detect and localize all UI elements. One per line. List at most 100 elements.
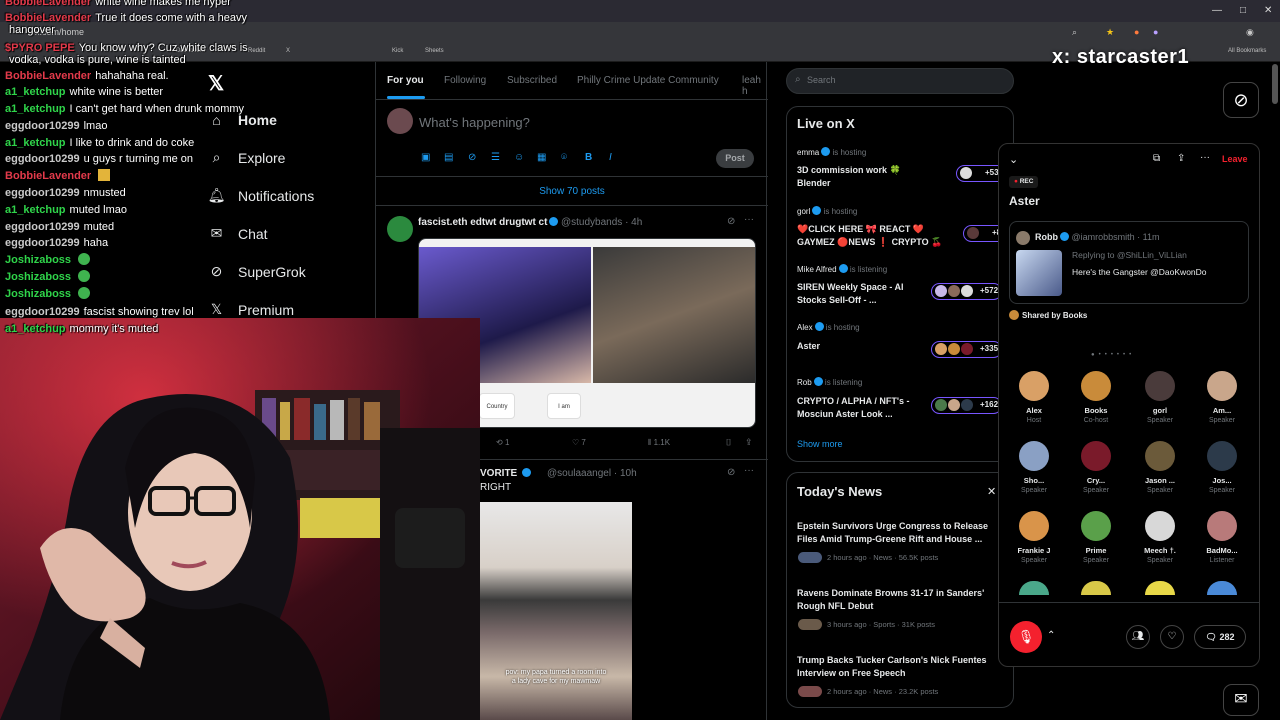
speaker-avatar[interactable] [1019, 441, 1049, 471]
close-window-icon[interactable]: ✕ [1264, 5, 1272, 16]
speaker-avatar[interactable] [1145, 511, 1175, 541]
scrollbar-thumb[interactable] [1272, 64, 1278, 104]
news-headline[interactable]: Rough NFL Debut [797, 600, 873, 612]
more-icon[interactable]: ··· [1200, 152, 1210, 163]
chat-username[interactable]: BobbieLavender [5, 70, 91, 82]
nav-chat[interactable]: ✉ Chat [208, 225, 268, 242]
news-headline[interactable]: Epstein Survivors Urge Congress to Relea… [797, 520, 988, 532]
tab-subscribed[interactable]: Subscribed [507, 75, 557, 86]
like-button[interactable]: ♡ 7 [572, 438, 586, 447]
chat-username[interactable]: eggdoor10299 [5, 187, 80, 199]
chat-username[interactable]: Joshizaboss [5, 271, 71, 283]
x-logo-icon[interactable]: 𝕏 [208, 71, 224, 96]
live-join-pill[interactable]: +335 [931, 341, 1003, 358]
chevron-up-icon[interactable]: ⌃ [1047, 630, 1055, 641]
speaker-avatar[interactable] [1019, 511, 1049, 541]
bookmark-kick[interactable]: Kick [392, 48, 403, 54]
zoom-icon[interactable]: ⌕ [1072, 27, 1077, 38]
pinned-post[interactable]: Robb @iamrobbsmith · 11m Replying to @Sh… [1009, 221, 1249, 304]
speaker-avatar[interactable] [1145, 441, 1175, 471]
minimize-space-icon[interactable]: ⧉ [1153, 153, 1160, 164]
chat-username[interactable]: eggdoor10299 [5, 120, 80, 132]
news-headline[interactable]: Files Amid Trump-Greene Rift and House .… [797, 533, 982, 545]
bookmark-icon[interactable]: ⌷ [726, 437, 731, 448]
leave-button[interactable]: Leave [1222, 154, 1248, 164]
share-icon[interactable]: ⇪ [1177, 153, 1185, 164]
show-more-link[interactable]: Show more [797, 439, 843, 449]
nav-notifications[interactable]: 🔔︎ Notifications [208, 187, 315, 204]
chat-username[interactable]: a1_ketchup [5, 86, 66, 98]
more-icon[interactable]: ··· [744, 214, 754, 225]
maximize-icon[interactable]: □ [1240, 5, 1246, 16]
tweet-video[interactable]: pov: my papa turned a room into a lady c… [480, 502, 632, 720]
messages-icon[interactable]: ✉ [1223, 684, 1259, 716]
tab-following[interactable]: Following [444, 75, 486, 86]
live-space-title[interactable]: GAYMEZ 🔴NEWS ❗ CRYPTO 🍒 [797, 236, 942, 248]
grok-icon[interactable]: ⊘ [468, 152, 476, 163]
chat-username[interactable]: a1_ketchup [5, 323, 66, 335]
grok-icon[interactable]: ⊘ [1223, 82, 1259, 118]
chat-username[interactable]: a1_ketchup [5, 103, 66, 115]
live-join-pill[interactable]: +162 [931, 397, 1003, 414]
speaker-avatar[interactable] [1019, 581, 1049, 595]
speaker-avatar[interactable] [1081, 511, 1111, 541]
speaker-avatar[interactable] [1081, 371, 1111, 401]
italic-icon[interactable]: I [609, 152, 612, 163]
share-icon[interactable]: ⇪ [745, 437, 753, 448]
views-button[interactable]: ⫴ 1.1K [648, 438, 670, 448]
grok-icon[interactable]: ⊘ [727, 467, 735, 478]
grok-icon[interactable]: ⊘ [727, 216, 735, 227]
live-space-title[interactable]: ❤️CLICK HERE 🎀 REACT ❤️ [797, 223, 924, 235]
speaker-avatar[interactable] [1081, 441, 1111, 471]
bold-icon[interactable]: B [585, 152, 592, 163]
chat-username[interactable]: eggdoor10299 [5, 306, 80, 318]
location-icon[interactable]: ⌾ [561, 152, 567, 163]
all-bookmarks[interactable]: All Bookmarks [1228, 48, 1266, 54]
tweet-author[interactable]: fascist.eth edtwt drugtwt ct [418, 217, 559, 228]
tweet-handle[interactable]: @studybands · 4h [561, 217, 642, 228]
chat-username[interactable]: eggdoor10299 [5, 237, 80, 249]
speaker-avatar[interactable] [1081, 581, 1111, 595]
tab-for-you[interactable]: For you [387, 75, 424, 86]
chat-username[interactable]: BobbieLavender [5, 170, 91, 182]
speaker-avatar[interactable] [1207, 441, 1237, 471]
tweet-handle[interactable]: @soulaaangel · 10h [547, 468, 637, 479]
bookmark-sheets[interactable]: Sheets [425, 48, 444, 54]
avatar[interactable] [387, 216, 413, 242]
speaker-avatar[interactable] [1019, 371, 1049, 401]
speaker-avatar[interactable] [1207, 371, 1237, 401]
chat-username[interactable]: a1_ketchup [5, 137, 66, 149]
avatar[interactable] [387, 108, 413, 134]
microphone-muted-icon[interactable]: 🎙︎ [1010, 621, 1042, 653]
profile-icon[interactable]: ◉ [1246, 27, 1254, 38]
extension-icon[interactable]: ● [1134, 27, 1139, 37]
heart-icon[interactable]: ♡ [1160, 625, 1184, 649]
live-space-title[interactable]: Aster [797, 340, 820, 352]
close-icon[interactable]: ✕ [987, 485, 996, 498]
live-space-title[interactable]: Blender [797, 177, 831, 189]
tweet-author[interactable]: VORITE [480, 468, 532, 479]
live-join-pill[interactable]: +572 [931, 283, 1003, 300]
chat-username[interactable]: a1_ketchup [5, 204, 66, 216]
nav-explore[interactable]: ⌕ Explore [208, 149, 286, 166]
chat-username[interactable]: eggdoor10299 [5, 153, 80, 165]
bookmark-x[interactable]: X [286, 48, 290, 54]
speaker-avatar[interactable] [1145, 581, 1175, 595]
speaker-avatar[interactable] [1145, 371, 1175, 401]
tab-leah[interactable]: leah h [742, 75, 768, 97]
news-headline[interactable]: Ravens Dominate Browns 31-17 in Sanders' [797, 587, 984, 599]
live-space-title[interactable]: Mosciun Aster Look ... [797, 408, 893, 420]
tab-philly-crime[interactable]: Philly Crime Update Community [577, 75, 719, 86]
speaker-avatar[interactable] [1207, 581, 1237, 595]
nav-premium[interactable]: 𝕏 Premium [208, 301, 294, 318]
live-space-title[interactable]: Stocks Sell-Off - ... [797, 294, 877, 306]
chat-username[interactable]: eggdoor10299 [5, 221, 80, 233]
emoji-icon[interactable]: ☺ [514, 152, 524, 163]
more-icon[interactable]: ··· [744, 465, 754, 476]
bookmark-star-icon[interactable]: ★ [1106, 27, 1114, 38]
minimize-icon[interactable]: — [1212, 5, 1222, 16]
composer-input[interactable]: What's happening? [419, 115, 530, 130]
chat-username[interactable]: Joshizaboss [5, 254, 71, 266]
speaker-avatar[interactable] [1207, 511, 1237, 541]
news-headline[interactable]: Interview on Free Speech [797, 667, 906, 679]
